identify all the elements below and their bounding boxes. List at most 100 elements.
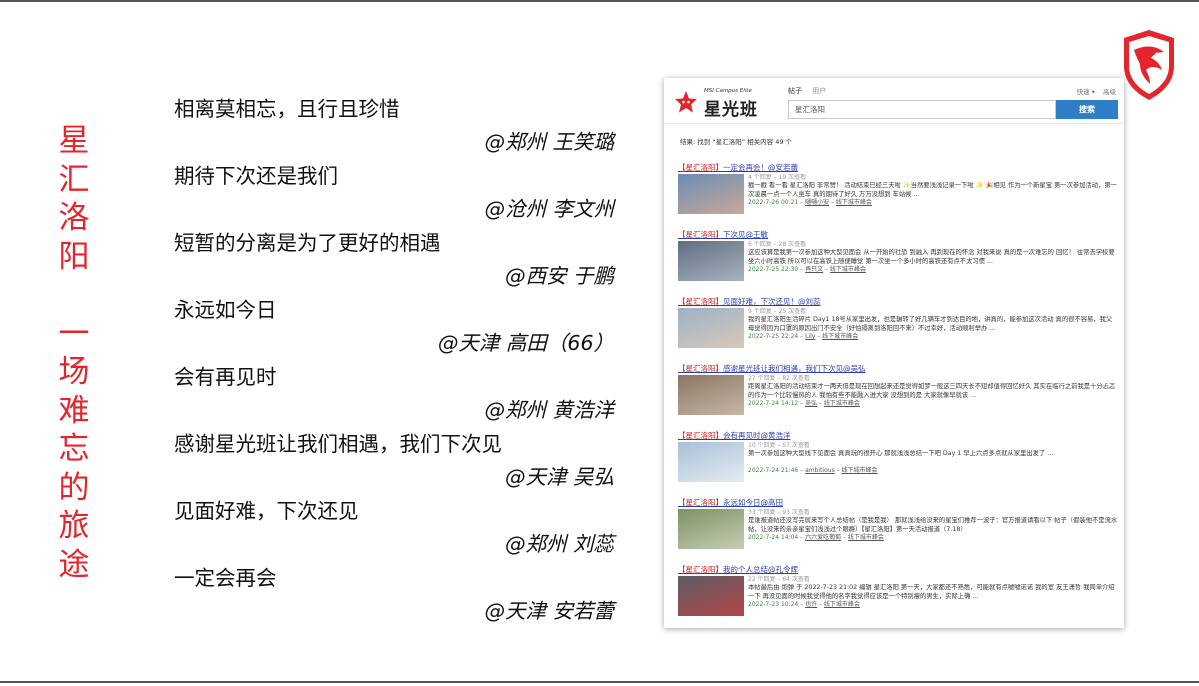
quote-author: @郑州 黄浩洋	[484, 398, 614, 422]
result-footer: 2022-7-26 00:21 – 嗵嗵小安 – 线下城市峰会	[748, 199, 872, 207]
result-forum-link[interactable]: 线下城市峰会	[824, 601, 860, 608]
result-title-link[interactable]: 【星汇洛阳】下次见@王敏	[678, 229, 1118, 240]
search-input[interactable]: 星汇洛阳	[788, 100, 1056, 119]
quote-author: @西安 于鹏	[504, 264, 614, 288]
result-thumbnail[interactable]	[678, 308, 744, 348]
result-date: 2022-7-23 10:24	[748, 601, 799, 609]
result-forum-link[interactable]: 线下城市峰会	[822, 333, 858, 340]
result-author-link[interactable]: ambitious	[805, 467, 835, 474]
result-footer: 2022-7-24 21:46 – ambitious – 线下城市峰会	[748, 467, 878, 475]
result-title-text: 一定会再会！@安若蕾	[723, 163, 798, 172]
bottom-rule	[0, 681, 1199, 683]
quotes-list: 相离莫相忘，且行且珍惜 @郑州 王笑璐 期待下次还是我们 @沧州 李文州 短暂的分离是为…	[174, 92, 614, 628]
quick-link[interactable]: 快速 ▾	[1077, 88, 1095, 96]
vertical-title-char: 忘	[58, 431, 90, 467]
result-snippet: 是谁报道帖还没写完就来写个人总结帖（是我是我） 那就浅浅给没来的星宝们推荐一波子…	[748, 517, 1118, 533]
quote-text: 感谢星光班让我们相遇，我们下次见	[174, 432, 502, 456]
result-title-link[interactable]: 【星汇洛阳】一定会再会！@安若蕾	[678, 162, 1118, 173]
result-title-text: 见面好难，下次还见！@刘蕊	[723, 297, 821, 306]
vertical-title: 星汇洛阳 一场难忘的旅途	[54, 122, 94, 584]
star-logo-icon	[675, 91, 697, 113]
quote-text: 一定会再会	[174, 566, 277, 590]
result-item: 【星汇洛阳】感谢星光班让我们相遇，我们下次见@吴弘 27 个回复 – 82 次查看…	[678, 363, 1118, 430]
result-title-link[interactable]: 【星汇洛阳】会有再见时@黄浩洋	[678, 430, 1118, 441]
vertical-title-char: 星	[58, 123, 90, 159]
tab-users[interactable]: 用户	[812, 87, 826, 95]
result-title-link[interactable]: 【星汇洛阳】永远如今日@高田	[678, 497, 1118, 508]
result-forum-link[interactable]: 线下城市峰会	[824, 400, 860, 407]
result-item: 【星汇洛阳】下次见@王敏 6 个回复 – 28 次查看 这应该算是我第一次参加这种大…	[678, 229, 1118, 296]
vertical-title-char: 汇	[58, 161, 90, 198]
quote-author: @郑州 王笑璐	[484, 130, 614, 154]
result-title-text: 永远如今日@高田	[723, 498, 783, 507]
result-snippet: 本帖最后由 炮弹 于 2022-7-23 21:02 编辑 星汇洛阳 第一天，大…	[748, 584, 1115, 600]
result-title-text: 感谢星光班让我们相遇，我们下次见@吴弘	[723, 364, 866, 373]
result-item: 【星汇洛阳】一定会再会！@安若蕾 4 个回复 – 19 次查看 戳一戳 看一看 星汇…	[678, 162, 1118, 229]
result-snippet: 第一次参加这种大型线下见面会 真真玩的很开心 那就浅浅总结一下吧 Day 1 早…	[748, 450, 1054, 457]
result-forum-link[interactable]: 线下城市峰会	[842, 467, 878, 474]
result-author-link[interactable]: 再只文	[805, 266, 823, 273]
result-author-link[interactable]: 六六爱吃葡萄	[805, 534, 841, 541]
result-title-tag: 【星汇洛阳】	[678, 498, 723, 507]
result-author-link[interactable]: Lily	[805, 333, 815, 340]
vertical-title-char: 途	[58, 546, 90, 583]
result-thumbnail[interactable]	[678, 375, 744, 415]
quote-author: @沧州 李文州	[484, 197, 614, 221]
vertical-title-char: 的	[58, 469, 90, 506]
result-title-tag: 【星汇洛阳】	[678, 230, 723, 239]
tab-posts[interactable]: 帖子	[788, 87, 802, 95]
result-meta: 10 个回复 – 57 次查看	[748, 442, 810, 449]
result-item: 【星汇洛阳】我的个人总结@孔令辉 22 个回复 – 64 次查看 本帖最后由 炮弹 …	[678, 564, 1118, 628]
result-forum-link[interactable]: 线下城市峰会	[848, 534, 884, 541]
result-title-text: 我的个人总结@孔令辉	[723, 565, 798, 574]
result-footer: 2022-7-24 14:04 – 六六爱吃葡萄 – 线下城市峰会	[748, 534, 884, 542]
vertical-title-char: 阳	[58, 238, 90, 275]
result-author-link[interactable]: 吴弘	[805, 400, 817, 407]
result-date: 2022-7-26 00:21	[748, 199, 799, 207]
result-footer: 2022-7-25 22:24 – Lily – 线下城市峰会	[748, 333, 859, 341]
result-title-tag: 【星汇洛阳】	[678, 565, 723, 574]
result-title-link[interactable]: 【星汇洛阳】我的个人总结@孔令辉	[678, 564, 1118, 575]
result-footer: 2022-7-23 10:24 – 也许 – 线下城市峰会	[748, 601, 860, 609]
result-date: 2022-7-25 22:30	[748, 266, 799, 274]
quote-author: @天津 安若蕾	[484, 599, 614, 623]
result-forum-link[interactable]: 线下城市峰会	[830, 266, 866, 273]
result-title-tag: 【星汇洛阳】	[678, 431, 723, 440]
result-forum-link[interactable]: 线下城市峰会	[836, 199, 872, 206]
quote-author: @郑州 刘蕊	[504, 532, 614, 556]
result-meta: 27 个回复 – 82 次查看	[748, 375, 810, 382]
result-footer: 2022-7-25 22:30 – 再只文 – 线下城市峰会	[748, 266, 866, 274]
results-list: 【星汇洛阳】一定会再会！@安若蕾 4 个回复 – 19 次查看 戳一戳 看一看 星汇…	[678, 162, 1118, 628]
vertical-title-char: 旅	[58, 508, 90, 544]
search-type-tabs: 帖子 用户	[788, 86, 834, 96]
quote-text: 会有再见时	[174, 365, 277, 389]
result-title-tag: 【星汇洛阳】	[678, 163, 723, 172]
result-title-link[interactable]: 【星汇洛阳】见面好难，下次还见！@刘蕊	[678, 296, 1118, 307]
vertical-title-char: 洛	[58, 200, 90, 236]
result-title-tag: 【星汇洛阳】	[678, 297, 723, 306]
result-date: 2022-7-25 22:24	[748, 333, 799, 341]
vertical-title-char: 难	[58, 392, 90, 429]
result-thumbnail[interactable]	[678, 576, 744, 616]
quote-text: 期待下次还是我们	[174, 164, 338, 188]
result-thumbnail[interactable]	[678, 509, 744, 549]
result-item: 【星汇洛阳】会有再见时@黄浩洋 10 个回复 – 57 次查看 第一次参加这种大型线…	[678, 430, 1118, 497]
result-meta: 4 个回复 – 19 次查看	[748, 174, 807, 181]
result-title-text: 下次见@王敏	[723, 230, 768, 239]
vertical-title-char: 场	[58, 354, 90, 390]
result-item: 【星汇洛阳】永远如今日@高田 33 个回复 – 93 次查看 是谁报道帖还没写完就来…	[678, 497, 1118, 564]
result-snippet: 我的星汇洛阳生活碎片 Day1 18号从家里出发，也是辗转了好几辆车才到达目的地…	[748, 316, 1113, 332]
quote-text: 见面好难，下次还见	[174, 499, 359, 523]
advanced-link[interactable]: 高级	[1103, 88, 1116, 96]
result-meta: 22 个回复 – 64 次查看	[748, 576, 810, 583]
result-title-link[interactable]: 【星汇洛阳】感谢星光班让我们相遇，我们下次见@吴弘	[678, 363, 1118, 374]
result-thumbnail[interactable]	[678, 174, 744, 214]
result-thumbnail[interactable]	[678, 442, 744, 482]
result-author-link[interactable]: 嗵嗵小安	[805, 199, 829, 206]
quote-text: 短暂的分离是为了更好的相遇	[174, 231, 441, 255]
search-button[interactable]: 搜索	[1056, 100, 1118, 119]
result-meta: 9 个回复 – 25 次查看	[748, 308, 807, 315]
result-author-link[interactable]: 也许	[805, 601, 817, 608]
result-thumbnail[interactable]	[678, 241, 744, 281]
brand-name: 星光班	[704, 100, 758, 120]
